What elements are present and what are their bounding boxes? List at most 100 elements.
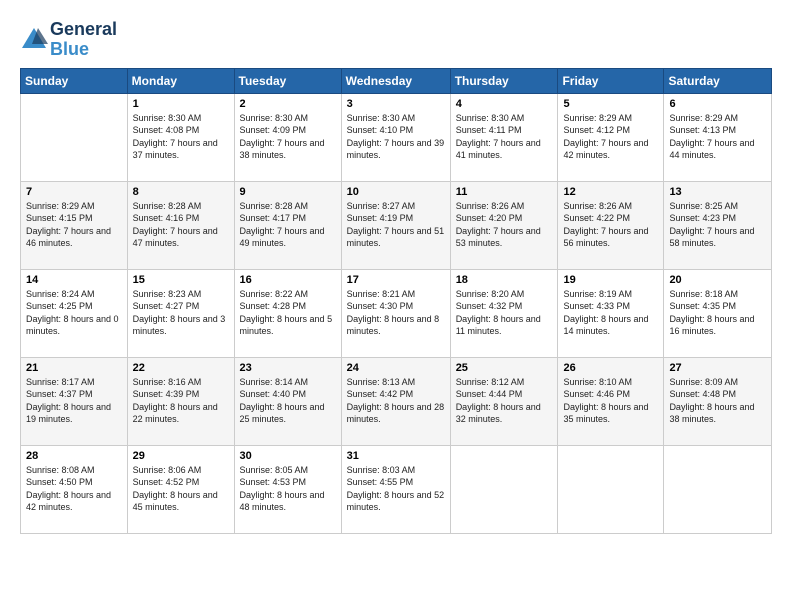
day-cell xyxy=(450,445,558,533)
day-number: 4 xyxy=(456,98,553,110)
day-cell: 18Sunrise: 8:20 AMSunset: 4:32 PMDayligh… xyxy=(450,269,558,357)
day-number: 11 xyxy=(456,186,553,198)
day-info: Sunrise: 8:14 AMSunset: 4:40 PMDaylight:… xyxy=(240,376,336,426)
day-number: 17 xyxy=(347,274,445,286)
header-saturday: Saturday xyxy=(664,68,772,93)
day-cell: 23 Sunrise: 8:14 AMSunset: 4:40 PMDayligh… xyxy=(234,357,341,445)
day-info: Sunrise: 8:17 AMSunset: 4:37 PMDaylight:… xyxy=(26,376,122,426)
day-number: 16 xyxy=(240,274,336,286)
day-number: 21 xyxy=(26,362,122,374)
day-info: Sunrise: 8:13 AMSunset: 4:42 PMDaylight:… xyxy=(347,376,445,426)
day-number: 19 xyxy=(563,274,658,286)
day-info: Sunrise: 8:16 AMSunset: 4:39 PMDaylight:… xyxy=(133,376,229,426)
calendar-header-row: SundayMondayTuesdayWednesdayThursdayFrid… xyxy=(21,68,772,93)
day-number: 5 xyxy=(563,98,658,110)
day-number: 7 xyxy=(26,186,122,198)
week-row-4: 21 Sunrise: 8:17 AMSunset: 4:37 PMDayligh… xyxy=(21,357,772,445)
header-sunday: Sunday xyxy=(21,68,128,93)
day-cell: 3 Sunrise: 8:30 AMSunset: 4:10 PMDaylight… xyxy=(341,93,450,181)
day-cell: 11 Sunrise: 8:26 AMSunset: 4:20 PMDayligh… xyxy=(450,181,558,269)
day-info: Sunrise: 8:12 AMSunset: 4:44 PMDaylight:… xyxy=(456,376,553,426)
day-cell: 4 Sunrise: 8:30 AMSunset: 4:11 PMDaylight… xyxy=(450,93,558,181)
week-row-5: 28 Sunrise: 8:08 AMSunset: 4:50 PMDayligh… xyxy=(21,445,772,533)
logo-text: GeneralBlue xyxy=(50,20,117,60)
header-monday: Monday xyxy=(127,68,234,93)
day-info: Sunrise: 8:28 AMSunset: 4:16 PMDaylight:… xyxy=(133,200,229,250)
day-info: Sunrise: 8:29 AMSunset: 4:13 PMDaylight:… xyxy=(669,112,766,162)
day-cell: 8 Sunrise: 8:28 AMSunset: 4:16 PMDaylight… xyxy=(127,181,234,269)
day-info: Sunrise: 8:24 AMSunset: 4:25 PMDaylight:… xyxy=(26,288,122,338)
day-number: 22 xyxy=(133,362,229,374)
day-cell: 26Sunrise: 8:10 AMSunset: 4:46 PMDayligh… xyxy=(558,357,664,445)
day-info: Sunrise: 8:18 AMSunset: 4:35 PMDaylight:… xyxy=(669,288,766,338)
day-cell: 12 Sunrise: 8:26 AMSunset: 4:22 PMDayligh… xyxy=(558,181,664,269)
day-info: Sunrise: 8:09 AMSunset: 4:48 PMDaylight:… xyxy=(669,376,766,426)
day-info: Sunrise: 8:03 AMSunset: 4:55 PMDaylight:… xyxy=(347,464,445,514)
day-info: Sunrise: 8:19 AMSunset: 4:33 PMDaylight:… xyxy=(563,288,658,338)
day-number: 14 xyxy=(26,274,122,286)
day-cell: 17Sunrise: 8:21 AMSunset: 4:30 PMDayligh… xyxy=(341,269,450,357)
day-number: 8 xyxy=(133,186,229,198)
header-tuesday: Tuesday xyxy=(234,68,341,93)
day-cell: 22 Sunrise: 8:16 AMSunset: 4:39 PMDayligh… xyxy=(127,357,234,445)
day-info: Sunrise: 8:30 AMSunset: 4:11 PMDaylight:… xyxy=(456,112,553,162)
day-number: 10 xyxy=(347,186,445,198)
page: GeneralBlue SundayMondayTuesdayWednesday… xyxy=(0,0,792,612)
day-cell: 9 Sunrise: 8:28 AMSunset: 4:17 PMDaylight… xyxy=(234,181,341,269)
day-number: 20 xyxy=(669,274,766,286)
logo: GeneralBlue xyxy=(20,20,117,60)
day-info: Sunrise: 8:05 AMSunset: 4:53 PMDaylight:… xyxy=(240,464,336,514)
header-thursday: Thursday xyxy=(450,68,558,93)
day-number: 25 xyxy=(456,362,553,374)
day-info: Sunrise: 8:30 AMSunset: 4:09 PMDaylight:… xyxy=(240,112,336,162)
header-friday: Friday xyxy=(558,68,664,93)
logo-icon xyxy=(20,26,48,54)
day-number: 28 xyxy=(26,450,122,462)
day-info: Sunrise: 8:29 AMSunset: 4:15 PMDaylight:… xyxy=(26,200,122,250)
day-number: 27 xyxy=(669,362,766,374)
day-number: 29 xyxy=(133,450,229,462)
day-number: 3 xyxy=(347,98,445,110)
day-number: 2 xyxy=(240,98,336,110)
day-number: 15 xyxy=(133,274,229,286)
day-number: 1 xyxy=(133,98,229,110)
day-info: Sunrise: 8:28 AMSunset: 4:17 PMDaylight:… xyxy=(240,200,336,250)
day-number: 6 xyxy=(669,98,766,110)
header: GeneralBlue xyxy=(20,16,772,60)
day-number: 18 xyxy=(456,274,553,286)
day-info: Sunrise: 8:06 AMSunset: 4:52 PMDaylight:… xyxy=(133,464,229,514)
day-cell: 15 Sunrise: 8:23 AMSunset: 4:27 PMDayligh… xyxy=(127,269,234,357)
day-cell: 13Sunrise: 8:25 AMSunset: 4:23 PMDayligh… xyxy=(664,181,772,269)
day-info: Sunrise: 8:08 AMSunset: 4:50 PMDaylight:… xyxy=(26,464,122,514)
day-cell: 21 Sunrise: 8:17 AMSunset: 4:37 PMDayligh… xyxy=(21,357,128,445)
day-number: 13 xyxy=(669,186,766,198)
day-number: 12 xyxy=(563,186,658,198)
day-cell: 16 Sunrise: 8:22 AMSunset: 4:28 PMDayligh… xyxy=(234,269,341,357)
day-info: Sunrise: 8:10 AMSunset: 4:46 PMDaylight:… xyxy=(563,376,658,426)
day-cell xyxy=(558,445,664,533)
week-row-2: 7 Sunrise: 8:29 AMSunset: 4:15 PMDaylight… xyxy=(21,181,772,269)
day-info: Sunrise: 8:26 AMSunset: 4:22 PMDaylight:… xyxy=(563,200,658,250)
day-number: 30 xyxy=(240,450,336,462)
day-cell: 19 Sunrise: 8:19 AMSunset: 4:33 PMDayligh… xyxy=(558,269,664,357)
day-cell: 28 Sunrise: 8:08 AMSunset: 4:50 PMDayligh… xyxy=(21,445,128,533)
day-cell: 5 Sunrise: 8:29 AMSunset: 4:12 PMDaylight… xyxy=(558,93,664,181)
day-number: 23 xyxy=(240,362,336,374)
day-number: 31 xyxy=(347,450,445,462)
day-cell: 20 Sunrise: 8:18 AMSunset: 4:35 PMDayligh… xyxy=(664,269,772,357)
day-info: Sunrise: 8:29 AMSunset: 4:12 PMDaylight:… xyxy=(563,112,658,162)
day-cell: 24Sunrise: 8:13 AMSunset: 4:42 PMDayligh… xyxy=(341,357,450,445)
day-info: Sunrise: 8:23 AMSunset: 4:27 PMDaylight:… xyxy=(133,288,229,338)
day-number: 9 xyxy=(240,186,336,198)
day-cell: 1Sunrise: 8:30 AMSunset: 4:08 PMDaylight… xyxy=(127,93,234,181)
day-info: Sunrise: 8:30 AMSunset: 4:10 PMDaylight:… xyxy=(347,112,445,162)
day-info: Sunrise: 8:27 AMSunset: 4:19 PMDaylight:… xyxy=(347,200,445,250)
day-cell: 14 Sunrise: 8:24 AMSunset: 4:25 PMDayligh… xyxy=(21,269,128,357)
calendar-table: SundayMondayTuesdayWednesdayThursdayFrid… xyxy=(20,68,772,534)
day-info: Sunrise: 8:22 AMSunset: 4:28 PMDaylight:… xyxy=(240,288,336,338)
day-info: Sunrise: 8:26 AMSunset: 4:20 PMDaylight:… xyxy=(456,200,553,250)
week-row-1: 1Sunrise: 8:30 AMSunset: 4:08 PMDaylight… xyxy=(21,93,772,181)
day-cell: 30 Sunrise: 8:05 AMSunset: 4:53 PMDayligh… xyxy=(234,445,341,533)
week-row-3: 14 Sunrise: 8:24 AMSunset: 4:25 PMDayligh… xyxy=(21,269,772,357)
day-cell: 29 Sunrise: 8:06 AMSunset: 4:52 PMDayligh… xyxy=(127,445,234,533)
